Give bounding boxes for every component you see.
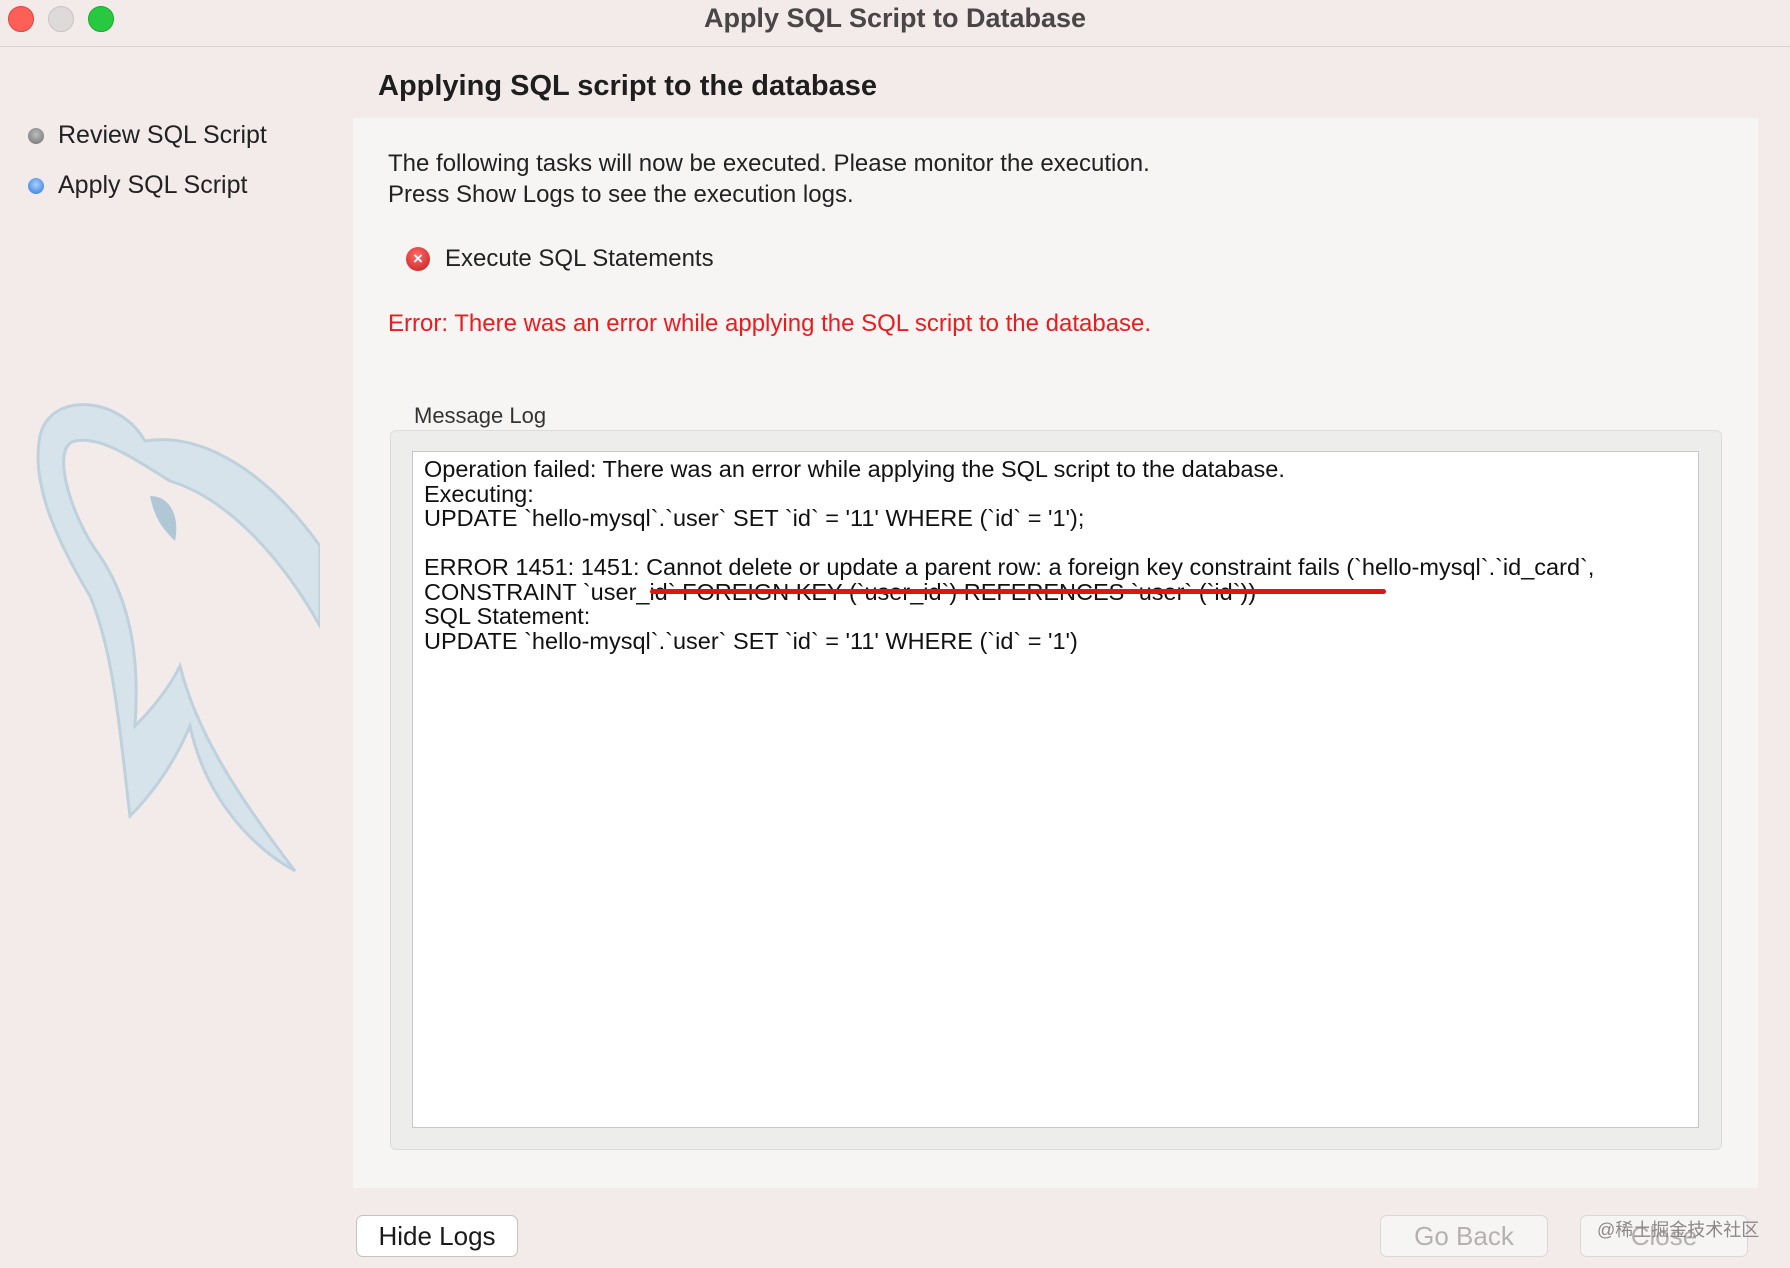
- intro-line: Press Show Logs to see the execution log…: [388, 181, 854, 208]
- step-label: Apply SQL Script: [58, 171, 248, 199]
- message-log-textarea[interactable]: Operation failed: There was an error whi…: [412, 451, 1699, 1128]
- log-line: UPDATE `hello-mysql`.`user` SET `id` = '…: [424, 628, 1078, 654]
- step-current-icon: [28, 177, 44, 194]
- hide-logs-button[interactable]: Hide Logs: [356, 1215, 518, 1257]
- mysql-dolphin-logo: [36, 403, 320, 873]
- step-review-sql-script: Review SQL Script: [28, 121, 267, 150]
- log-line: SQL Statement:: [424, 603, 591, 629]
- intro-line: The following tasks will now be executed…: [388, 150, 1150, 177]
- error-message: Error: There was an error while applying…: [388, 310, 1152, 337]
- log-line: Executing:: [424, 481, 534, 507]
- intro-text: The following tasks will now be executed…: [388, 148, 1150, 210]
- go-back-button[interactable]: Go Back: [1380, 1215, 1548, 1257]
- message-log-label: Message Log: [414, 403, 547, 428]
- watermark: @稀土掘金技术社区: [1597, 1220, 1760, 1240]
- title-bar: Apply SQL Script to Database: [0, 0, 1790, 47]
- log-line: Operation failed: There was an error whi…: [424, 456, 1285, 482]
- page-title: Applying SQL script to the database: [378, 70, 877, 102]
- error-x-icon: ×: [406, 247, 430, 271]
- step-label: Review SQL Script: [58, 121, 267, 149]
- highlight-underline: [650, 589, 1386, 594]
- log-line: UPDATE `hello-mysql`.`user` SET `id` = '…: [424, 505, 1085, 531]
- step-done-icon: [28, 127, 44, 144]
- window-title: Apply SQL Script to Database: [703, 3, 1087, 33]
- task-label: Execute SQL Statements: [445, 245, 714, 272]
- task-execute-sql-statements: × Execute SQL Statements: [406, 245, 714, 273]
- wizard-sidebar: Review SQL Script Apply SQL Script: [0, 46, 354, 1268]
- log-line: ERROR 1451: 1451: Cannot delete or updat…: [424, 554, 1595, 580]
- step-apply-sql-script: Apply SQL Script: [28, 171, 247, 200]
